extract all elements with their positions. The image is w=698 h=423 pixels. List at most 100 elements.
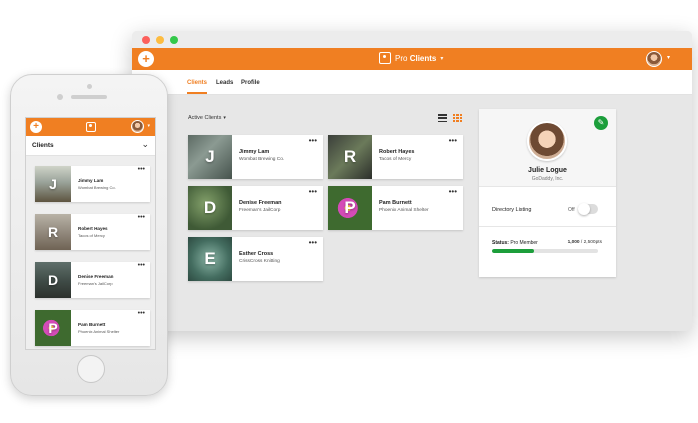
window-zoom-button[interactable]: [170, 36, 178, 44]
filter-label: Active Clients: [188, 115, 222, 121]
brand-logo-icon[interactable]: [86, 122, 96, 132]
client-name: Pam Burnett: [78, 322, 106, 327]
client-name: Denise Freeman: [239, 200, 282, 206]
phone-screen: + ▾ Clients ⌄ J Jimmy Lam Wombat Brewing…: [25, 117, 156, 350]
client-card[interactable]: J Jimmy Lam Wombat Brewing Co. •••: [35, 166, 150, 202]
client-thumbnail: D: [35, 262, 71, 298]
phone-camera: [57, 94, 63, 100]
app-brand[interactable]: Pro Clients ▾: [379, 52, 443, 64]
phone-sensor: [87, 84, 92, 89]
client-card[interactable]: R Robert Hayes Tacos of Mercy •••: [35, 214, 150, 250]
client-name: Pam Burnett: [379, 200, 412, 206]
desktop-window: + Pro Clients ▾ ▾ Clients Leads Profile …: [132, 31, 692, 331]
chevron-down-icon: ▾: [440, 55, 444, 62]
view-toggle: [438, 114, 462, 122]
chevron-down-icon[interactable]: ▾: [667, 54, 670, 61]
plus-icon: +: [142, 51, 150, 66]
window-titlebar: [132, 31, 692, 48]
client-name: Jimmy Lam: [78, 178, 104, 183]
edit-profile-button[interactable]: ✎: [594, 116, 608, 130]
profile-company: GoDaddy, Inc.: [531, 176, 564, 182]
phone-app-header: + ▾: [26, 118, 155, 136]
client-organization: CrissCross Knitting: [239, 259, 280, 264]
client-organization: Tacos of Mercy: [379, 157, 412, 162]
chevron-down-icon[interactable]: ▾: [147, 123, 150, 129]
client-card[interactable]: P Pam Burnett Phoenix Animal Shelter •••: [328, 186, 463, 230]
tab-leads[interactable]: Leads: [216, 80, 233, 86]
client-name: Robert Hayes: [78, 226, 108, 231]
client-card[interactable]: E Esther Cross CrissCross Knitting •••: [188, 237, 323, 281]
client-thumbnail: J: [188, 135, 232, 179]
client-card[interactable]: P Pam Burnett Phoenix Animal Shelter •••: [35, 310, 150, 346]
more-dots-icon[interactable]: •••: [449, 187, 457, 196]
divider: [479, 226, 616, 227]
membership-status: Status: Pro Member: [492, 240, 538, 246]
grid-view-icon[interactable]: [453, 114, 462, 122]
more-dots-icon[interactable]: •••: [138, 310, 145, 317]
more-dots-icon[interactable]: •••: [138, 214, 145, 221]
profile-panel: ✎ Julie Logue GoDaddy, Inc. Directory Li…: [479, 109, 616, 277]
client-thumbnail: J: [35, 166, 71, 202]
directory-listing-state: Off: [568, 207, 575, 213]
add-client-button[interactable]: +: [30, 121, 42, 133]
profile-avatar: [527, 121, 567, 161]
phone-speaker: [71, 95, 107, 99]
tab-profile[interactable]: Profile: [241, 80, 260, 86]
directory-listing-label: Directory Listing: [492, 207, 532, 213]
client-organization: Wombat Brewing Co.: [78, 185, 116, 190]
more-dots-icon[interactable]: •••: [138, 166, 145, 173]
points-progress-fill: [492, 249, 535, 253]
client-thumbnail: P: [35, 310, 71, 346]
phone-home-button[interactable]: [77, 355, 105, 383]
app-header: + Pro Clients ▾ ▾: [132, 48, 692, 70]
more-dots-icon[interactable]: •••: [138, 262, 145, 269]
client-organization: Freeman's JailCorp: [78, 281, 113, 286]
chevron-down-icon[interactable]: ⌄: [141, 139, 149, 150]
client-thumbnail: E: [188, 237, 232, 281]
client-card[interactable]: D Denise Freeman Freeman's JailCorp •••: [35, 262, 150, 298]
pencil-icon: ✎: [597, 118, 605, 127]
tab-clients[interactable]: Clients: [187, 80, 208, 94]
phone-section-header[interactable]: Clients ⌄: [26, 136, 155, 156]
plus-icon: +: [33, 121, 39, 132]
client-organization: Wombat Brewing Co.: [239, 157, 285, 162]
profile-name: Julie Logue: [528, 167, 567, 174]
client-thumbnail: P: [328, 186, 372, 230]
phone-device: + ▾ Clients ⌄ J Jimmy Lam Wombat Brewing…: [10, 74, 168, 396]
profile-header: ✎ Julie Logue GoDaddy, Inc.: [479, 109, 616, 187]
more-dots-icon[interactable]: •••: [309, 136, 317, 145]
user-avatar[interactable]: [131, 120, 144, 133]
client-thumbnail: D: [188, 186, 232, 230]
client-organization: Phoenix Animal Shelter: [78, 329, 120, 334]
client-name: Jimmy Lam: [239, 149, 270, 155]
client-name: Denise Freeman: [78, 274, 114, 279]
more-dots-icon[interactable]: •••: [309, 238, 317, 247]
client-organization: Tacos of Mercy: [78, 233, 105, 238]
page-title: Clients: [32, 142, 54, 149]
client-organization: Freeman's JailCorp: [239, 208, 281, 213]
client-organization: Phoenix Animal Shelter: [379, 208, 429, 213]
client-name: Robert Hayes: [379, 149, 415, 155]
window-close-button[interactable]: [142, 36, 150, 44]
points-progress-bar: [492, 249, 598, 253]
main-content: Active Clients ▾ J Jimmy Lam Wombat Brewi…: [132, 95, 692, 331]
add-client-button[interactable]: +: [138, 51, 154, 67]
client-card[interactable]: J Jimmy Lam Wombat Brewing Co. •••: [188, 135, 323, 179]
window-minimize-button[interactable]: [156, 36, 164, 44]
user-avatar[interactable]: [646, 51, 662, 67]
client-filter-dropdown[interactable]: Active Clients ▾: [188, 115, 226, 121]
points-readout: 1,000 / 2,500pts: [567, 240, 602, 245]
client-thumbnail: R: [35, 214, 71, 250]
brand-name: Clients: [409, 53, 437, 63]
more-dots-icon[interactable]: •••: [449, 136, 457, 145]
brand-logo-icon: [379, 52, 391, 64]
more-dots-icon[interactable]: •••: [309, 187, 317, 196]
directory-listing-toggle[interactable]: [578, 203, 598, 215]
client-card[interactable]: R Robert Hayes Tacos of Mercy •••: [328, 135, 463, 179]
client-card[interactable]: D Denise Freeman Freeman's JailCorp •••: [188, 186, 323, 230]
tab-bar: Clients Leads Profile: [132, 70, 692, 95]
list-view-icon[interactable]: [438, 114, 447, 122]
client-name: Esther Cross: [239, 251, 274, 257]
client-thumbnail: R: [328, 135, 372, 179]
brand-prefix: Pro: [395, 53, 408, 63]
